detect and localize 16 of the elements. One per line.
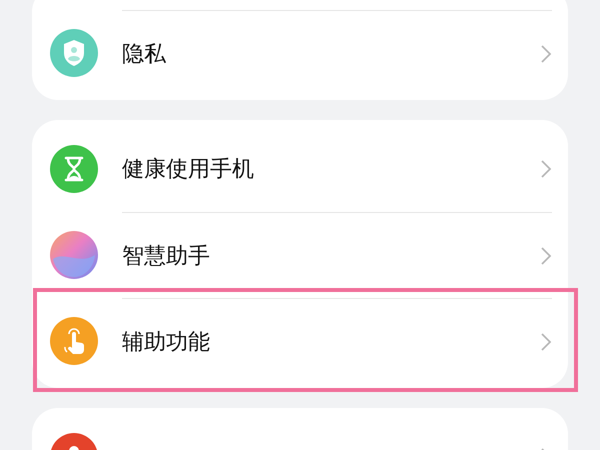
item-label: 辅助功能	[122, 328, 210, 356]
settings-item[interactable]: 隐私	[32, 10, 568, 96]
orb-icon	[50, 231, 98, 279]
settings-item[interactable]: 智慧助手	[32, 212, 568, 298]
item-label: 健康使用手机	[122, 156, 254, 184]
item-label: 隐私	[122, 40, 166, 68]
shield-icon	[50, 29, 98, 77]
hourglass-icon	[50, 145, 98, 193]
chevron-right-icon	[540, 246, 552, 266]
settings-item[interactable]: 健康使用手机	[32, 126, 568, 212]
chevron-right-icon	[540, 159, 552, 179]
item-label: 智慧助手	[122, 242, 210, 270]
hand-tap-icon	[50, 317, 98, 365]
settings-item[interactable]: 辅助功能	[32, 298, 568, 384]
chevron-right-icon	[540, 332, 552, 352]
chevron-right-icon	[540, 44, 552, 64]
